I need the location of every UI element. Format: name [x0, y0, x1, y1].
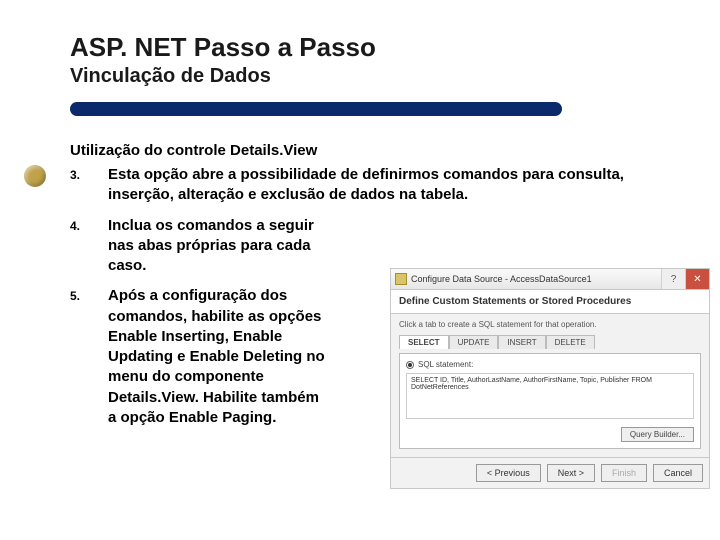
list-item: 5. Após a configuração dos comandos, hab…	[70, 286, 330, 428]
wizard-tabpanel: SQL statement: SELECT ID, Title, AuthorL…	[399, 353, 701, 449]
list-item: 4. Inclua os comandos a seguir nas abas …	[70, 216, 330, 277]
wizard-window: Configure Data Source - AccessDataSource…	[390, 268, 710, 489]
wizard-titlebar: Configure Data Source - AccessDataSource…	[390, 268, 710, 290]
close-button[interactable]: ✕	[685, 269, 709, 289]
list-number: 3.	[70, 165, 90, 206]
list-number: 5.	[70, 286, 90, 428]
tab-delete[interactable]: DELETE	[546, 335, 595, 349]
wizard-tabs: SELECT UPDATE INSERT DELETE	[399, 335, 701, 349]
list-text: Inclua os comandos a seguir nas abas pró…	[108, 216, 330, 277]
slide-title: ASP. NET Passo a Passo	[70, 32, 670, 63]
title-divider	[70, 102, 562, 116]
slide-subtitle: Vinculação de Dados	[70, 65, 670, 88]
previous-button[interactable]: < Previous	[476, 464, 541, 482]
list-number: 4.	[70, 216, 90, 277]
datasource-icon	[395, 273, 407, 285]
tab-insert[interactable]: INSERT	[498, 335, 545, 349]
list-text: Esta opção abre a possibilidade de defin…	[108, 165, 670, 206]
list-item: 3. Esta opção abre a possibilidade de de…	[70, 165, 670, 206]
wizard-window-title: Configure Data Source - AccessDataSource…	[411, 274, 592, 284]
tab-select[interactable]: SELECT	[399, 335, 449, 349]
cancel-button[interactable]: Cancel	[653, 464, 703, 482]
list-text: Após a configuração dos comandos, habili…	[108, 286, 330, 428]
section-heading: Utilização do controle Details.View	[70, 142, 670, 159]
sql-textarea[interactable]: SELECT ID, Title, AuthorLastName, Author…	[406, 373, 694, 419]
wizard-header: Define Custom Statements or Stored Proce…	[390, 290, 710, 314]
tab-update[interactable]: UPDATE	[449, 335, 499, 349]
wizard-body: Click a tab to create a SQL statement fo…	[390, 314, 710, 458]
bullet-dot-icon	[24, 165, 46, 187]
wizard-footer: < Previous Next > Finish Cancel	[390, 458, 710, 489]
help-button[interactable]: ?	[661, 269, 685, 289]
query-builder-button[interactable]: Query Builder...	[621, 427, 694, 442]
next-button[interactable]: Next >	[547, 464, 595, 482]
wizard-helper-text: Click a tab to create a SQL statement fo…	[399, 320, 701, 329]
finish-button[interactable]: Finish	[601, 464, 647, 482]
radio-label: SQL statement:	[418, 360, 473, 369]
radio-sql-statement[interactable]	[406, 361, 414, 369]
